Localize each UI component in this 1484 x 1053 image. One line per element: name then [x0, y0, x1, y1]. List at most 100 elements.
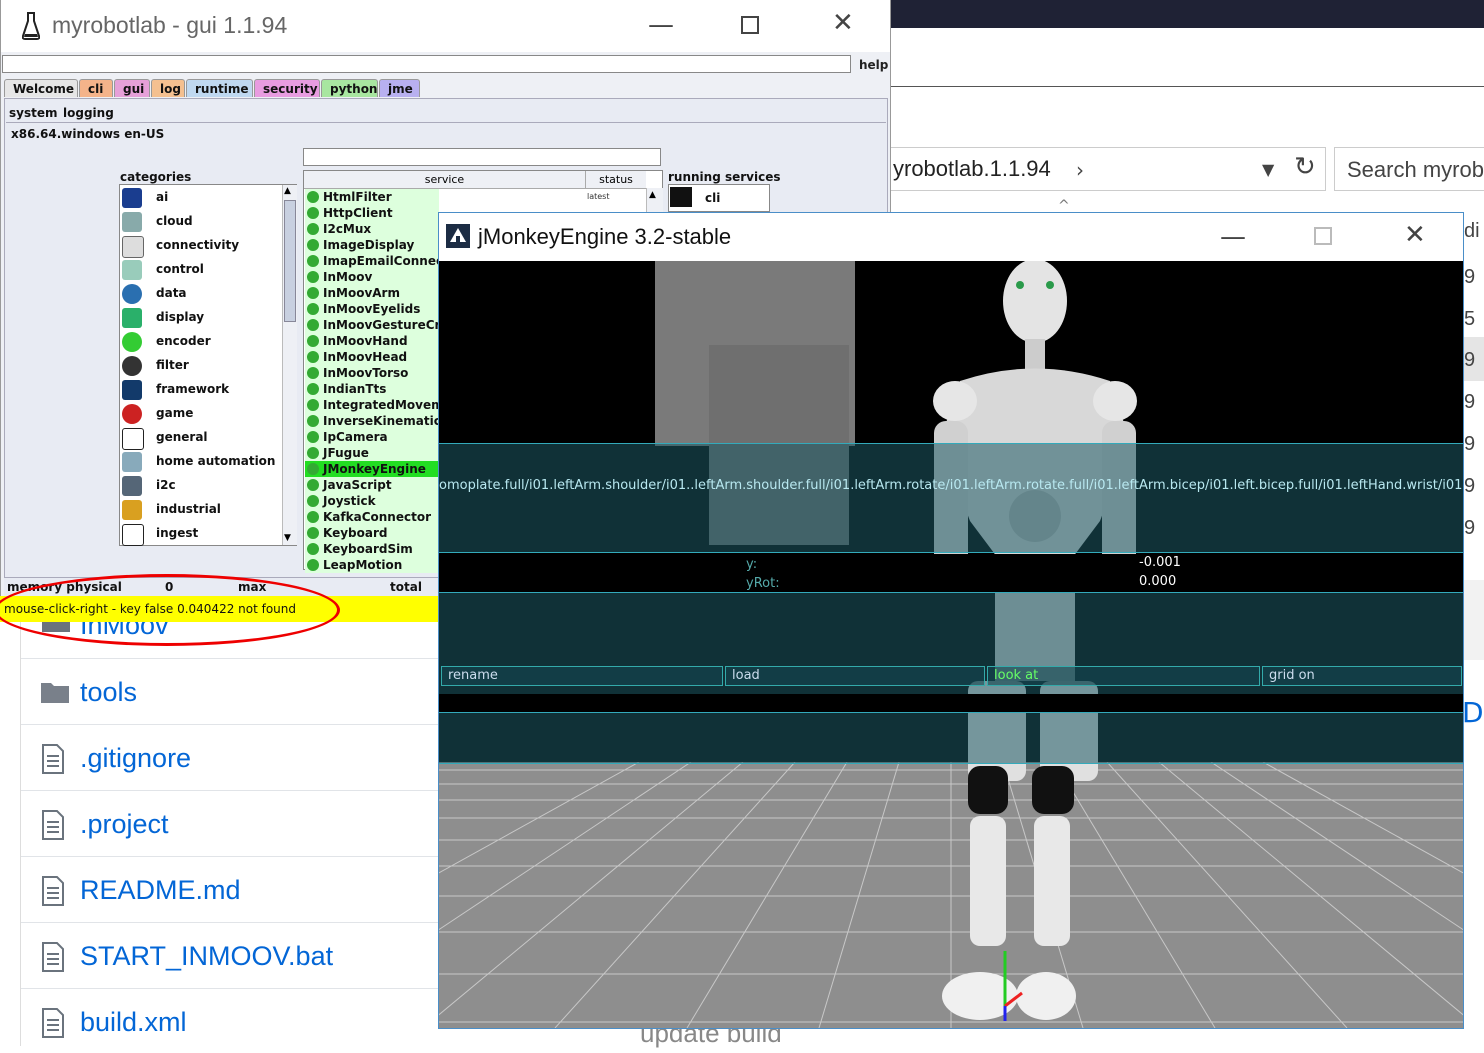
refresh-icon[interactable]: ↻ — [1294, 152, 1316, 182]
category-item-encoder[interactable]: encoder — [120, 330, 282, 354]
service-row[interactable]: I2cMux — [305, 221, 439, 237]
service-row[interactable]: Keyboard — [305, 525, 439, 541]
service-row[interactable]: InMoovHead — [305, 349, 439, 365]
service-row[interactable]: InMoovArm — [305, 285, 439, 301]
category-item-ai[interactable]: ai — [120, 186, 282, 210]
service-row[interactable]: ImapEmailConnector — [305, 253, 439, 269]
chevron-right-icon[interactable]: › — [1076, 158, 1084, 182]
command-input[interactable] — [2, 55, 851, 73]
tab-log[interactable]: log — [151, 79, 185, 97]
service-row[interactable]: InMoovGestureCreator — [305, 317, 439, 333]
grid-on-button[interactable]: grid on — [1262, 666, 1462, 686]
subtab-system[interactable]: system — [9, 106, 58, 120]
service-row[interactable]: LeapMotion — [305, 557, 439, 573]
tab-cli[interactable]: cli — [79, 79, 113, 97]
explorer-cell: 9 — [1464, 391, 1476, 413]
service-row[interactable]: HttpClient — [305, 205, 439, 221]
hud-yrot-value[interactable]: 0.000 — [1139, 574, 1176, 589]
service-icon — [307, 287, 319, 299]
service-row[interactable]: ImageDisplay — [305, 237, 439, 253]
category-item-home-automation[interactable]: home automation — [120, 450, 282, 474]
github-item-name[interactable]: README.md — [80, 875, 241, 906]
service-row[interactable]: InMoovHand — [305, 333, 439, 349]
service-row[interactable]: InMoovTorso — [305, 365, 439, 381]
service-row[interactable]: IndianTts — [305, 381, 439, 397]
service-label: LeapMotion — [323, 558, 403, 572]
tab-gui[interactable]: gui — [114, 79, 150, 97]
service-icon — [307, 271, 319, 283]
scrollbar-thumb[interactable] — [284, 200, 296, 322]
subtab-logging[interactable]: logging — [63, 106, 114, 120]
service-label: IndianTts — [323, 382, 387, 396]
service-row[interactable]: JMonkeyEngine — [305, 461, 439, 477]
explorer-column-header[interactable]: di — [1464, 220, 1484, 243]
close-button[interactable]: ✕ — [832, 8, 854, 38]
category-item-connectivity[interactable]: connectivity — [120, 234, 282, 258]
service-row[interactable]: KafkaConnector — [305, 509, 439, 525]
github-item-name[interactable]: build.xml — [80, 1007, 187, 1038]
load-button[interactable]: load — [725, 666, 985, 686]
github-item-name[interactable]: .gitignore — [80, 743, 191, 774]
service-label: IntegratedMovement — [323, 398, 439, 412]
rename-button[interactable]: rename — [441, 666, 723, 686]
status-column-header[interactable]: status — [586, 171, 646, 189]
service-icon — [307, 543, 319, 555]
chevron-down-icon[interactable]: ▼ — [1262, 160, 1274, 179]
service-row[interactable]: IntegratedMovement — [305, 397, 439, 413]
service-label: InMoovGestureCreator — [323, 318, 439, 332]
service-label: Joystick — [323, 494, 376, 508]
categories-label: categories — [120, 170, 192, 184]
look-at-button[interactable]: look at — [987, 666, 1260, 686]
service-row[interactable]: JavaScript — [305, 477, 439, 493]
service-row[interactable]: HtmlFilter — [305, 189, 439, 205]
service-label: InMoov — [323, 270, 373, 284]
scroll-down-arrow-icon[interactable]: ▼ — [284, 533, 291, 543]
hud-node-path[interactable]: omoplate.full/i01.leftArm.shoulder/i01..… — [439, 478, 1463, 493]
category-item-display[interactable]: display — [120, 306, 282, 330]
tab-python[interactable]: python — [321, 79, 378, 97]
platform-label: x86.64.windows en-US — [11, 127, 165, 141]
service-row[interactable]: KeyboardSim — [305, 541, 439, 557]
github-item-name[interactable]: START_INMOOV.bat — [80, 941, 333, 972]
service-filter-input[interactable] — [303, 148, 661, 166]
category-item-framework[interactable]: framework — [120, 378, 282, 402]
category-item-data[interactable]: data — [120, 282, 282, 306]
category-item-cloud[interactable]: cloud — [120, 210, 282, 234]
tab-jme[interactable]: jme — [379, 79, 420, 97]
running-service-cli[interactable]: cli — [705, 191, 720, 205]
category-item-ingest[interactable]: ingest — [120, 522, 282, 546]
jme-minimize-button[interactable]: — — [1220, 222, 1246, 252]
cloud-icon — [122, 212, 142, 232]
category-item-industrial[interactable]: industrial — [120, 498, 282, 522]
category-item-control[interactable]: control — [120, 258, 282, 282]
category-item-i2c[interactable]: i2c — [120, 474, 282, 498]
service-row[interactable]: JFugue — [305, 445, 439, 461]
taskbar-strip — [890, 0, 1484, 28]
category-item-game[interactable]: game — [120, 402, 282, 426]
service-row[interactable]: Joystick — [305, 493, 439, 509]
framework-icon — [122, 380, 142, 400]
category-item-filter[interactable]: filter — [120, 354, 282, 378]
tab-runtime[interactable]: runtime — [186, 79, 253, 97]
service-column-header[interactable]: service — [304, 171, 586, 189]
service-row[interactable]: IpCamera — [305, 429, 439, 445]
github-item-name[interactable]: tools — [80, 677, 137, 708]
jme-close-button[interactable]: ✕ — [1404, 220, 1426, 250]
tab-security[interactable]: security — [254, 79, 320, 97]
service-row[interactable]: InMoovEyelids — [305, 301, 439, 317]
maximize-button[interactable] — [741, 16, 759, 34]
service-row[interactable]: InverseKinematics3D — [305, 413, 439, 429]
explorer-cell: 9 — [1464, 475, 1476, 497]
service-row[interactable]: InMoov — [305, 269, 439, 285]
minimize-button[interactable]: — — [648, 10, 674, 40]
scroll-up-arrow-icon[interactable]: ▲ — [284, 186, 291, 196]
tab-welcome[interactable]: Welcome — [4, 79, 78, 97]
category-item-general[interactable]: general — [120, 426, 282, 450]
github-item-name[interactable]: .project — [80, 809, 169, 840]
scroll-up-arrow-icon[interactable]: ▲ — [649, 190, 656, 200]
hud-y-value[interactable]: -0.001 — [1139, 555, 1181, 570]
help-button[interactable]: help — [859, 58, 888, 72]
jme-maximize-button[interactable] — [1314, 227, 1332, 245]
service-icon — [307, 431, 319, 443]
explorer-blue-text[interactable]: De — [1462, 696, 1484, 729]
